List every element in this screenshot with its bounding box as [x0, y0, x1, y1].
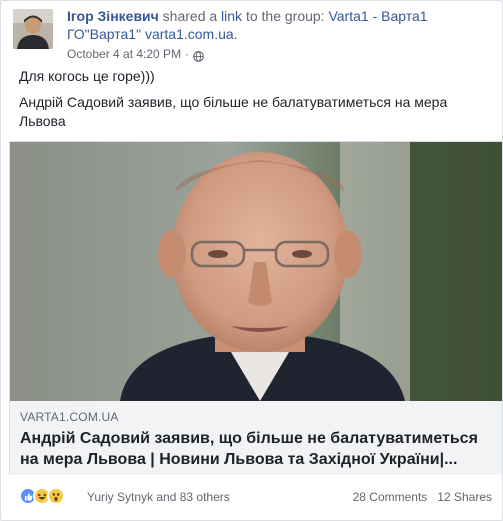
link-preview-domain: VARTA1.COM.UA [20, 410, 119, 424]
comments-count-link[interactable]: 28 Comments [353, 490, 428, 504]
shared-a-text: shared a [162, 8, 218, 24]
reaction-icons[interactable] [19, 487, 65, 505]
post-body-line: Для когось це горе))) [19, 68, 155, 84]
feed-post: Ігор Зінкевич shared a link to the group… [0, 0, 503, 521]
link-preview-card[interactable]: VARTA1.COM.UA Андрій Садовий заявив, що … [9, 141, 503, 475]
globe-icon[interactable] [193, 49, 204, 62]
author-name-link[interactable]: Ігор Зінкевич [67, 8, 159, 24]
post-body: Для когось це горе))) Андрій Садовий зая… [19, 67, 492, 138]
reaction-names-link[interactable]: Yuriy Sytnyk and 83 others [87, 490, 230, 504]
post-body-line: Андрій Садовий заявив, що більше не бала… [19, 94, 448, 129]
post-footer: Yuriy Sytnyk and 83 others 28 Comments 1… [19, 485, 492, 507]
link-preview-title[interactable]: Андрій Садовий заявив, що більше не бала… [20, 428, 492, 470]
to-the-group-text: to the group: [245, 8, 325, 24]
author-avatar[interactable] [13, 9, 53, 49]
post-header: Ігор Зінкевич shared a link to the group… [13, 7, 494, 62]
link-preview-caption[interactable]: VARTA1.COM.UA Андрій Садовий заявив, що … [10, 401, 502, 475]
shares-count-link[interactable]: 12 Shares [437, 490, 492, 504]
post-timestamp[interactable]: October 4 at 4:20 PM [67, 45, 181, 63]
wow-reaction-icon [47, 487, 65, 505]
post-meta: October 4 at 4:20 PM · [67, 45, 494, 63]
link-preview-image[interactable] [10, 142, 502, 401]
engagement-counts: 28 Comments 12 Shares [353, 490, 492, 504]
link-word-link[interactable]: link [221, 8, 242, 24]
meta-separator: · [185, 47, 190, 61]
post-header-text: Ігор Зінкевич shared a link to the group… [67, 7, 494, 63]
